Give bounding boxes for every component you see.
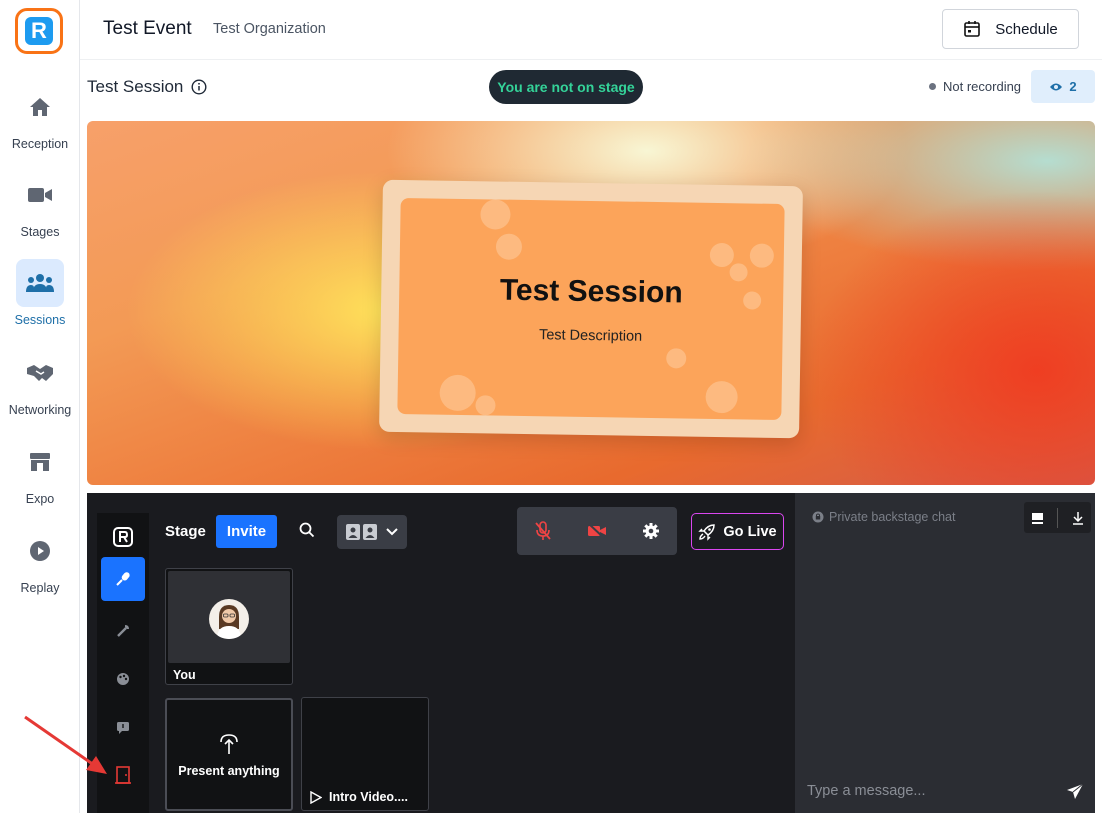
rocket-icon: [698, 523, 716, 541]
video-tile[interactable]: Intro Video....: [301, 697, 429, 811]
participant-name: You: [173, 668, 196, 682]
tool-settings-wrench[interactable]: [101, 609, 145, 653]
recording-dot-icon: [929, 83, 936, 90]
play-icon: [310, 790, 322, 804]
wrench-icon: [117, 625, 129, 637]
banner-card: Test Session Test Description: [379, 179, 803, 439]
present-anything-tile[interactable]: Present anything: [165, 698, 293, 811]
tool-palette[interactable]: [101, 657, 145, 701]
microphone-icon: [116, 572, 130, 586]
chat-empty-state: Private backstage chat: [812, 510, 955, 524]
video-tile-label: Intro Video....: [310, 790, 408, 804]
send-icon[interactable]: [1066, 783, 1084, 800]
recording-status: Not recording: [929, 79, 1021, 94]
nav-label: Stages: [20, 225, 60, 239]
stage-status-pill: You are not on stage: [489, 70, 643, 104]
palette-icon: [117, 673, 129, 685]
session-title: Test Session: [87, 77, 207, 97]
flag-icon[interactable]: [1030, 511, 1044, 525]
media-controls: [517, 507, 677, 555]
tool-microphone[interactable]: [101, 557, 145, 601]
store-icon: [16, 438, 64, 486]
chat-message-input[interactable]: [807, 778, 1057, 804]
gear-icon[interactable]: [642, 522, 660, 540]
camera-off-icon[interactable]: [587, 523, 607, 539]
backstage-toolbar: [97, 513, 149, 813]
decor-bubble: [475, 395, 496, 416]
decor-bubble: [749, 243, 775, 268]
banner-card-inner: Test Session Test Description: [397, 197, 785, 421]
event-title: Test Event: [103, 18, 192, 39]
video-title: Intro Video....: [329, 790, 408, 804]
participant-video: [168, 571, 290, 663]
go-live-button[interactable]: Go Live: [691, 513, 784, 550]
layout-selector[interactable]: [337, 515, 407, 549]
session-banner: Test Session Test Description: [87, 121, 1095, 485]
nav-item-expo[interactable]: Expo: [0, 438, 80, 506]
nav-item-reception[interactable]: Reception: [0, 83, 80, 151]
door-exit-icon: [115, 766, 131, 784]
divider: [1056, 507, 1058, 528]
chat-placeholder-title: Private backstage chat: [829, 510, 956, 524]
mic-muted-icon[interactable]: [534, 521, 552, 541]
decor-bubble: [480, 199, 511, 230]
eye-icon: [1050, 83, 1063, 90]
nav-label: Replay: [20, 581, 60, 595]
tool-exit-door[interactable]: [101, 753, 145, 797]
search-icon[interactable]: [299, 522, 315, 538]
decor-bubble: [495, 233, 523, 260]
handshake-icon: [16, 349, 64, 397]
nav-label: Networking: [8, 403, 72, 417]
decor-bubble: [709, 242, 735, 268]
stage-label: Stage: [165, 523, 206, 540]
present-anything-label: Present anything: [178, 763, 280, 778]
logo-mark: R: [25, 17, 53, 45]
nav-item-networking[interactable]: Networking: [0, 349, 80, 417]
nav-label: Sessions: [14, 313, 66, 327]
session-title-text: Test Session: [87, 77, 184, 96]
video-camera-icon: [16, 171, 64, 219]
people-group-icon: [16, 259, 64, 307]
viewer-count-badge[interactable]: 2: [1031, 70, 1095, 103]
left-nav: R Reception Stages Sessions Networking E…: [0, 0, 80, 813]
decor-bubble: [666, 348, 687, 369]
logo-icon: [113, 527, 133, 547]
info-icon[interactable]: [191, 79, 207, 95]
nav-label: Reception: [11, 137, 69, 151]
app-logo[interactable]: R: [15, 8, 63, 54]
organization-name[interactable]: Test Organization: [213, 21, 326, 37]
top-bar: Test Event Test Organization Schedule: [80, 0, 1102, 60]
participant-tile-you[interactable]: You: [165, 568, 293, 685]
tool-chat[interactable]: [101, 705, 145, 749]
recording-status-text: Not recording: [943, 79, 1022, 94]
home-icon: [16, 83, 64, 131]
backstage-chat: Private backstage chat: [795, 493, 1095, 813]
participants-layout-icon: [346, 524, 377, 540]
schedule-button[interactable]: Schedule: [942, 9, 1079, 49]
play-circle-icon: [16, 527, 64, 575]
go-live-label: Go Live: [723, 523, 777, 540]
banner-description: Test Description: [538, 327, 643, 345]
chat-tools: [1024, 502, 1091, 533]
invite-button[interactable]: Invite: [216, 515, 277, 548]
upload-icon: [220, 733, 238, 754]
decor-bubble: [705, 380, 738, 414]
nav-item-replay[interactable]: Replay: [0, 527, 80, 595]
viewer-count: 2: [1069, 79, 1077, 94]
backstage-panel: Stage Invite Go Live You Present anythin…: [87, 493, 1095, 813]
avatar: [209, 599, 249, 639]
chat-alert-icon: [117, 722, 129, 734]
chevron-down-icon: [386, 528, 398, 536]
nav-item-sessions[interactable]: Sessions: [0, 259, 80, 327]
schedule-label: Schedule: [995, 20, 1058, 38]
calendar-icon: [964, 21, 981, 37]
download-icon[interactable]: [1071, 511, 1085, 525]
decor-bubble: [439, 374, 476, 412]
backstage-logo-button[interactable]: [101, 515, 145, 559]
nav-item-stages[interactable]: Stages: [0, 171, 80, 239]
banner-title: Test Session: [499, 273, 683, 310]
lock-chat-icon: [812, 511, 824, 523]
nav-label: Expo: [25, 492, 55, 506]
